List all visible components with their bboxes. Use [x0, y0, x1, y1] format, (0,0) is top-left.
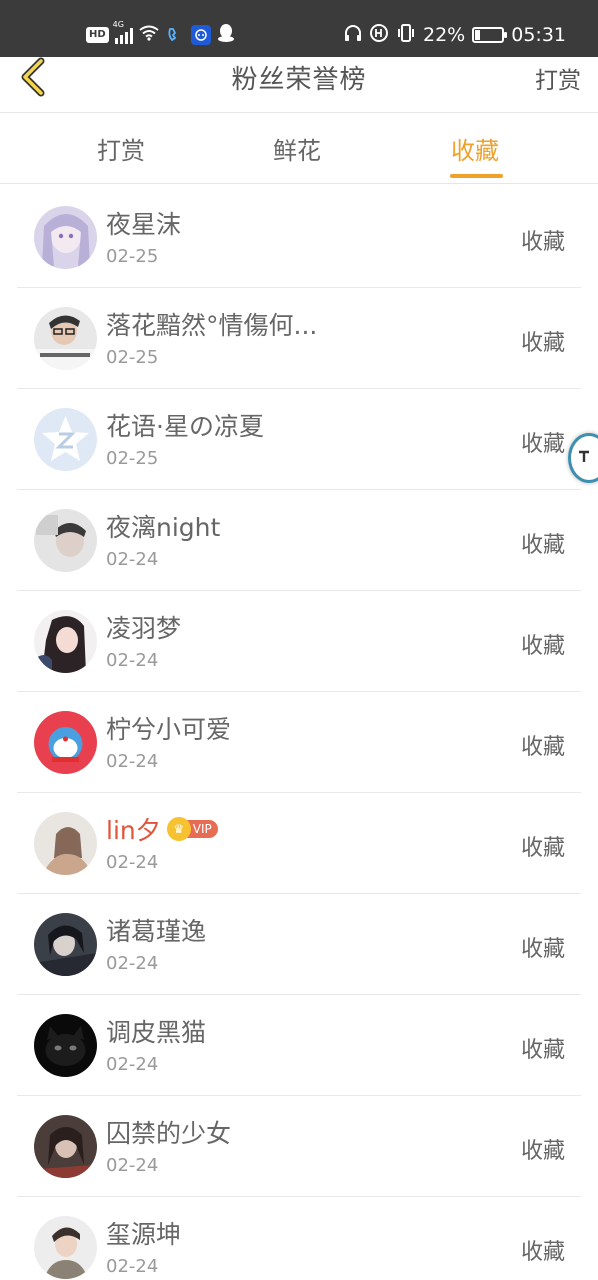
status-bar: HD 4G 22% 05:31	[0, 0, 598, 57]
action-label: 收藏	[520, 1139, 565, 1164]
date: 02-24	[106, 751, 159, 772]
user-name: 落花黯然°情傷何...	[106, 311, 318, 340]
avatar	[34, 509, 97, 572]
date: 02-24	[106, 1054, 159, 1075]
user-name: 夜星沫	[106, 210, 182, 239]
date: 02-25	[106, 448, 159, 469]
tab-favorites[interactable]: 收藏	[451, 131, 499, 166]
top-nav-bar: 粉丝荣誉榜 打赏	[0, 57, 598, 113]
qq-icon	[217, 23, 235, 47]
hd-indicator: HD	[86, 27, 109, 43]
list-item[interactable]: 囚禁的少女 02-24 收藏	[0, 1096, 598, 1197]
robot-app-icon	[190, 25, 211, 45]
action-label: 收藏	[520, 735, 565, 760]
user-name: 调皮黑猫	[106, 1018, 207, 1047]
reward-button[interactable]: 打赏	[535, 61, 581, 95]
user-name: 凌羽梦	[106, 614, 182, 643]
list-item[interactable]: lin夕 ♛ VIP 02-24 收藏	[0, 793, 598, 894]
battery-icon	[472, 27, 508, 43]
app-screen: HD 4G 22% 05:31 粉丝荣誉榜 打赏 打赏 鲜花 收藏 夜星沫 02…	[0, 0, 598, 1280]
action-label: 收藏	[520, 1240, 565, 1265]
avatar	[34, 408, 97, 471]
avatar	[34, 812, 97, 875]
status-right-icons: 22% 05:31	[344, 20, 566, 50]
page-title: 粉丝荣誉榜	[231, 65, 367, 95]
phone-app-icon	[165, 25, 185, 45]
avatar	[34, 610, 97, 673]
date: 02-24	[106, 549, 159, 570]
tab-flowers[interactable]: 鲜花	[273, 131, 321, 166]
list-item[interactable]: 花语·星の凉夏 02-25 收藏	[0, 389, 598, 490]
user-name: 囚禁的少女	[106, 1119, 232, 1148]
avatar	[34, 913, 97, 976]
clock: 05:31	[511, 24, 566, 46]
cell-signal-icon: 4G	[113, 20, 133, 44]
date: 02-25	[106, 246, 159, 267]
crown-icon: ♛	[166, 817, 191, 841]
list-item[interactable]: 凌羽梦 02-24 收藏	[0, 591, 598, 692]
network-type: 4G	[112, 20, 124, 29]
avatar	[34, 1014, 97, 1077]
avatar	[34, 206, 97, 269]
action-label: 收藏	[520, 533, 565, 558]
active-tab-indicator	[450, 174, 503, 178]
tab-bar: 打赏 鲜花 收藏	[0, 113, 598, 184]
avatar	[34, 1115, 97, 1178]
list-item[interactable]: 落花黯然°情傷何... 02-25 收藏	[0, 288, 598, 389]
user-name: 夜漓night	[106, 513, 221, 542]
headphones-icon	[344, 24, 362, 47]
status-left-icons: HD 4G	[86, 20, 235, 50]
action-label: 收藏	[520, 634, 565, 659]
avatar	[34, 1216, 97, 1279]
date: 02-25	[106, 347, 159, 368]
user-name: 花语·星の凉夏	[106, 412, 264, 441]
list-item[interactable]: 诸葛瑾逸 02-24 收藏	[0, 894, 598, 995]
wifi-icon	[139, 25, 159, 45]
avatar	[34, 307, 97, 370]
assistant-icon	[577, 448, 591, 468]
tab-reward[interactable]: 打赏	[97, 131, 145, 166]
vip-badge: ♛ VIP	[166, 817, 218, 841]
user-name: lin夕 ♛ VIP	[106, 811, 218, 847]
avatar	[34, 711, 97, 774]
user-name: 柠兮小可爱	[106, 715, 232, 744]
list-item[interactable]: 夜漓night 02-24 收藏	[0, 490, 598, 591]
date: 02-24	[106, 650, 159, 671]
action-label: 收藏	[520, 836, 565, 861]
action-label: 收藏	[520, 432, 565, 457]
action-label: 收藏	[520, 331, 565, 356]
list-item[interactable]: 夜星沫 02-25 收藏	[0, 187, 598, 288]
date: 02-24	[106, 1155, 159, 1176]
action-label: 收藏	[520, 937, 565, 962]
date: 02-24	[106, 852, 159, 873]
battery-percent: 22%	[423, 24, 466, 46]
user-name: 玺源坤	[106, 1220, 182, 1249]
vibrate-icon	[396, 23, 416, 47]
user-name: 诸葛瑾逸	[106, 917, 207, 946]
date: 02-24	[106, 1256, 159, 1277]
list-item[interactable]: 调皮黑猫 02-24 收藏	[0, 995, 598, 1096]
hd-call-icon	[369, 23, 389, 48]
date: 02-24	[106, 953, 159, 974]
list-item[interactable]: 柠兮小可爱 02-24 收藏	[0, 692, 598, 793]
fan-list: 夜星沫 02-25 收藏 落花黯然°情傷何... 02-25 收藏 花语·星の凉…	[0, 187, 598, 1280]
list-item[interactable]: 玺源坤 02-24 收藏	[0, 1197, 598, 1280]
action-label: 收藏	[520, 230, 565, 255]
action-label: 收藏	[520, 1038, 565, 1063]
